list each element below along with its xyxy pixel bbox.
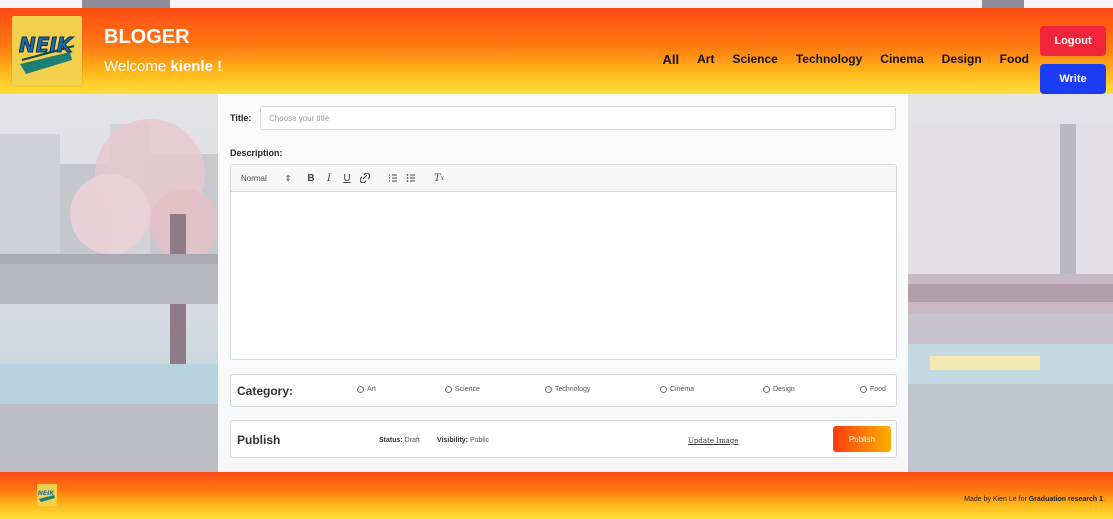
category-section: Category: Art Science Technology Cinema …: [230, 374, 897, 407]
category-option-label: Food: [870, 386, 886, 393]
nav-food[interactable]: Food: [1000, 52, 1029, 67]
radio-icon[interactable]: [545, 386, 552, 393]
radio-icon[interactable]: [660, 386, 667, 393]
username: kienle !: [170, 58, 223, 75]
logout-button[interactable]: Logout: [1040, 26, 1106, 56]
editor-panel: Title: Description: Normal ⇕ B I U Tx: [218, 94, 908, 472]
write-button[interactable]: Write: [1040, 64, 1106, 94]
bold-button[interactable]: B: [303, 170, 319, 186]
category-nav: All Art Science Technology Cinema Design…: [663, 52, 1030, 67]
text-format-value: Normal: [241, 173, 267, 183]
editor-content-area[interactable]: [231, 192, 896, 360]
nav-art[interactable]: Art: [697, 52, 714, 67]
category-option-art[interactable]: Art: [357, 386, 376, 393]
visibility-text: Visibility: Public: [437, 437, 489, 444]
select-arrows-icon: ⇕: [284, 173, 292, 183]
app-footer: NEIK Made by Kien Le for Graduation rese…: [0, 472, 1113, 519]
category-option-label: Design: [773, 386, 795, 393]
browser-top-strip: [0, 0, 1113, 8]
visibility-key: Visibility:: [437, 437, 468, 444]
category-option-label: Cinema: [670, 386, 695, 393]
description-editor: Normal ⇕ B I U Tx: [230, 164, 897, 360]
category-label: Category:: [237, 384, 294, 398]
svg-text:NEIK: NEIK: [38, 490, 55, 497]
title-input[interactable]: [260, 106, 896, 130]
radio-icon[interactable]: [445, 386, 452, 393]
nav-science[interactable]: Science: [732, 52, 777, 67]
category-option-cinema[interactable]: Cinema: [660, 386, 694, 393]
publish-button[interactable]: Publish: [833, 426, 891, 452]
nav-design[interactable]: Design: [942, 52, 982, 67]
category-option-science[interactable]: Science: [445, 386, 480, 393]
italic-button[interactable]: I: [321, 170, 337, 186]
brand-logo[interactable]: NEIK: [12, 16, 82, 86]
title-label: Title:: [230, 113, 252, 123]
status-text: Status: Draft: [379, 437, 420, 444]
credit-suffix: .: [1103, 496, 1105, 503]
ordered-list-icon[interactable]: [385, 170, 401, 186]
text-format-select[interactable]: Normal ⇕: [241, 174, 303, 183]
publish-section: Publish Status: Draft Visibility: Public…: [230, 420, 897, 458]
welcome-text: Welcome kienle !: [104, 58, 222, 75]
nav-cinema[interactable]: Cinema: [880, 52, 923, 67]
app-header: NEIK BLOGER Welcome kienle ! All Art Sci…: [0, 8, 1113, 94]
status-value: Draft: [404, 437, 420, 444]
radio-icon[interactable]: [860, 386, 867, 393]
update-image-link[interactable]: Update Image: [688, 437, 738, 445]
nav-all[interactable]: All: [663, 52, 680, 67]
link-icon[interactable]: [357, 170, 373, 186]
underline-button[interactable]: U: [339, 170, 355, 186]
publish-label: Publish: [237, 433, 281, 447]
clear-format-icon[interactable]: Tx: [431, 170, 447, 186]
visibility-value: Public: [469, 437, 490, 444]
category-option-label: Art: [367, 386, 376, 393]
category-option-label: Technology: [555, 386, 591, 393]
credit-prefix: Made by Kien Le for: [964, 496, 1029, 503]
radio-icon[interactable]: [357, 386, 364, 393]
footer-logo[interactable]: NEIK: [37, 484, 57, 506]
category-option-design[interactable]: Design: [763, 386, 795, 393]
description-label: Description:: [230, 148, 283, 158]
brand-title: BLOGER: [104, 26, 190, 48]
radio-icon[interactable]: [763, 386, 770, 393]
category-option-technology[interactable]: Technology: [545, 386, 590, 393]
status-key: Status:: [379, 437, 403, 444]
category-option-label: Science: [455, 386, 480, 393]
nav-technology[interactable]: Technology: [796, 52, 862, 67]
credit-bold: Graduation research 1: [1028, 496, 1104, 503]
footer-credit: Made by Kien Le for Graduation research …: [964, 496, 1105, 503]
bullet-list-icon[interactable]: [403, 170, 419, 186]
welcome-prefix: Welcome: [104, 58, 171, 75]
category-option-food[interactable]: Food: [860, 386, 886, 393]
editor-toolbar: Normal ⇕ B I U Tx: [231, 165, 896, 192]
svg-text:NEIK: NEIK: [19, 33, 74, 57]
